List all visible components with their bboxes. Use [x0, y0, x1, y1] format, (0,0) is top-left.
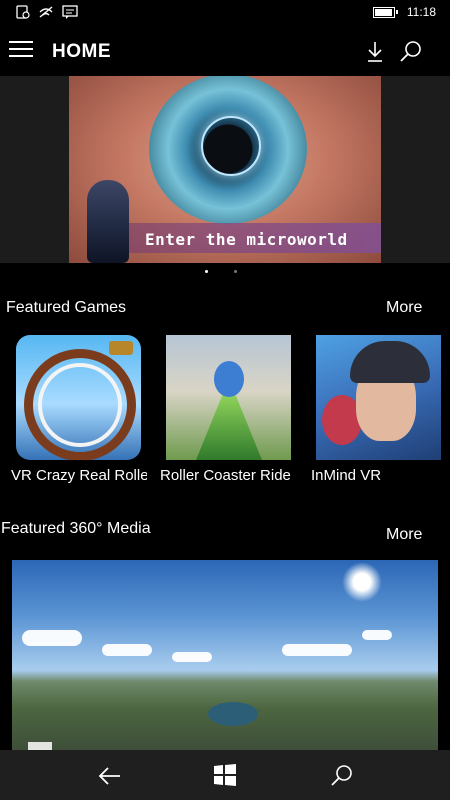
hero-banner[interactable]: Enter the microworld — [69, 76, 381, 263]
carousel-dot[interactable] — [205, 270, 208, 273]
battery-icon — [372, 6, 398, 18]
hero-caption: Enter the microworld — [145, 230, 348, 249]
app-header: HOME — [0, 26, 450, 76]
message-icon — [62, 5, 78, 19]
featured-games-title: Featured Games — [6, 299, 127, 316]
download-icon[interactable] — [362, 39, 388, 65]
vr-goggles-icon — [109, 341, 133, 355]
featured-media-title: Featured 360° Media — [1, 520, 151, 537]
notification-icon — [16, 5, 30, 19]
media-tile-360-city-panorama[interactable] — [12, 560, 438, 750]
carousel-dots — [205, 270, 237, 273]
search-icon[interactable] — [328, 762, 356, 790]
windows-start-icon[interactable] — [212, 762, 240, 790]
hero-character-image — [87, 180, 129, 263]
search-icon[interactable] — [398, 39, 424, 65]
featured-media-more-link[interactable]: More — [386, 526, 422, 544]
game-label[interactable]: VR Crazy Real Roller — [11, 467, 147, 484]
carousel-dot[interactable] — [234, 270, 237, 273]
game-label[interactable]: Roller Coaster Ride — [160, 467, 300, 484]
wifi-icon — [39, 6, 53, 18]
hamburger-menu-icon[interactable] — [9, 41, 33, 61]
game-tile-inmind-vr[interactable] — [316, 335, 441, 460]
game-label[interactable]: InMind VR — [311, 467, 450, 484]
game-tile-roller-coaster-ride[interactable] — [166, 335, 291, 460]
game-tile-vr-crazy-real-roller[interactable] — [16, 335, 141, 460]
featured-games-more-link[interactable]: More — [386, 299, 422, 317]
page-title: HOME — [52, 41, 111, 62]
back-arrow-icon[interactable] — [96, 762, 124, 790]
system-nav-bar — [0, 750, 450, 800]
status-time: 11:18 — [406, 5, 436, 19]
status-bar: 11:18 — [0, 0, 450, 26]
